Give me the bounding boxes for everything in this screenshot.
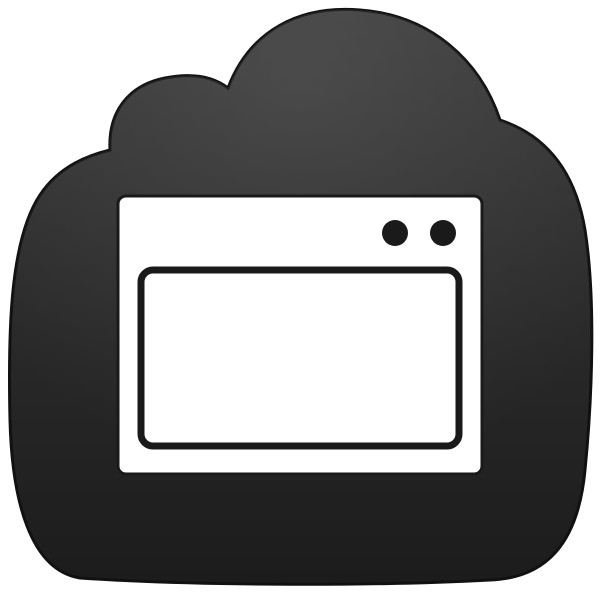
application-window-cloud-icon [7, 7, 594, 586]
icon-canvas [0, 0, 600, 600]
window-glyph [116, 194, 484, 476]
window-dot-left-icon [382, 220, 408, 246]
window-content-area [137, 266, 463, 450]
window-dot-right-icon [430, 220, 456, 246]
